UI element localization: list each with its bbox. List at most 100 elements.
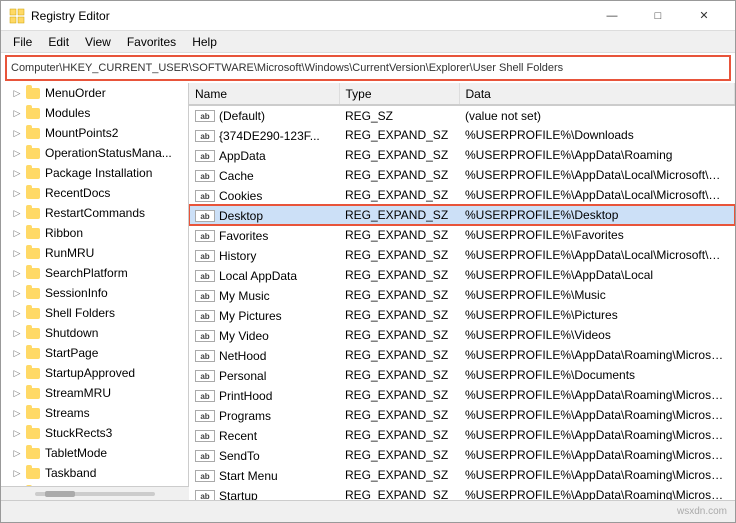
tree-item[interactable]: ▷StartPage: [1, 343, 188, 363]
tree-item[interactable]: ▷StuckRects3: [1, 423, 188, 443]
tree-hscroll[interactable]: [1, 486, 189, 500]
table-row[interactable]: abSendToREG_EXPAND_SZ%USERPROFILE%\AppDa…: [189, 445, 735, 465]
folder-icon: [25, 405, 41, 421]
registry-type-cell: REG_EXPAND_SZ: [339, 245, 459, 265]
tree-item-label: MountPoints2: [45, 126, 118, 140]
tree-item[interactable]: ▷Package Installation: [1, 163, 188, 183]
folder-icon: [25, 125, 41, 141]
registry-data-cell: %USERPROFILE%\Pictures: [459, 305, 735, 325]
tree-item[interactable]: ▷Shutdown: [1, 323, 188, 343]
tree-item[interactable]: ▷TabletMode: [1, 443, 188, 463]
registry-type-cell: REG_EXPAND_SZ: [339, 365, 459, 385]
tree-expander-icon: ▷: [9, 205, 25, 221]
address-bar[interactable]: Computer\HKEY_CURRENT_USER\SOFTWARE\Micr…: [5, 55, 731, 81]
tree-item[interactable]: ▷StartupApproved: [1, 363, 188, 383]
tree-expander-icon: ▷: [9, 305, 25, 321]
registry-name-cell: abFavorites: [189, 225, 339, 245]
folder-icon: [25, 325, 41, 341]
table-row[interactable]: abLocal AppDataREG_EXPAND_SZ%USERPROFILE…: [189, 265, 735, 285]
tree-item-label: SessionInfo: [45, 286, 108, 300]
table-row[interactable]: abMy MusicREG_EXPAND_SZ%USERPROFILE%\Mus…: [189, 285, 735, 305]
table-row[interactable]: ab(Default)REG_SZ(value not set): [189, 105, 735, 125]
table-row[interactable]: abHistoryREG_EXPAND_SZ%USERPROFILE%\AppD…: [189, 245, 735, 265]
registry-data-cell: %USERPROFILE%\AppData\Roaming\Microsoft\…: [459, 345, 735, 365]
tree-item[interactable]: ▷StreamMRU: [1, 383, 188, 403]
table-row[interactable]: abFavoritesREG_EXPAND_SZ%USERPROFILE%\Fa…: [189, 225, 735, 245]
tree-item[interactable]: ▷OperationStatusMana...: [1, 143, 188, 163]
tree-item[interactable]: ▷MountPoints2: [1, 123, 188, 143]
folder-icon: [25, 145, 41, 161]
tree-item[interactable]: ▷Shell Folders: [1, 303, 188, 323]
tree-item[interactable]: ▷SearchPlatform: [1, 263, 188, 283]
folder-icon: [25, 245, 41, 261]
col-data-header[interactable]: Data: [459, 83, 735, 105]
menu-file[interactable]: File: [5, 33, 40, 51]
tree-item[interactable]: ▷Streams: [1, 403, 188, 423]
table-row[interactable]: abCookiesREG_EXPAND_SZ%USERPROFILE%\AppD…: [189, 185, 735, 205]
tree-item-label: StartupApproved: [45, 366, 135, 380]
table-row[interactable]: abStart MenuREG_EXPAND_SZ%USERPROFILE%\A…: [189, 465, 735, 485]
folder-icon: [25, 205, 41, 221]
table-row[interactable]: ab{374DE290-123F...REG_EXPAND_SZ%USERPRO…: [189, 125, 735, 145]
tree-item[interactable]: ▷RestartCommands: [1, 203, 188, 223]
menu-edit[interactable]: Edit: [40, 33, 77, 51]
table-row[interactable]: abPrintHoodREG_EXPAND_SZ%USERPROFILE%\Ap…: [189, 385, 735, 405]
registry-name-text: Startup: [219, 489, 258, 501]
table-row[interactable]: abMy VideoREG_EXPAND_SZ%USERPROFILE%\Vid…: [189, 325, 735, 345]
registry-name-cell: abPrintHood: [189, 385, 339, 405]
tree-item[interactable]: ▷MenuOrder: [1, 83, 188, 103]
registry-name-text: History: [219, 249, 256, 263]
table-row[interactable]: abCacheREG_EXPAND_SZ%USERPROFILE%\AppDat…: [189, 165, 735, 185]
col-type-header[interactable]: Type: [339, 83, 459, 105]
folder-icon: [25, 365, 41, 381]
table-row[interactable]: abProgramsREG_EXPAND_SZ%USERPROFILE%\App…: [189, 405, 735, 425]
registry-name-cell: abPersonal: [189, 365, 339, 385]
col-name-header[interactable]: Name: [189, 83, 339, 105]
tree-panel: ▷MenuOrder▷Modules▷MountPoints2▷Operatio…: [1, 83, 189, 486]
menu-view[interactable]: View: [77, 33, 119, 51]
registry-name-cell: abNetHood: [189, 345, 339, 365]
tree-item-label: OperationStatusMana...: [45, 146, 172, 160]
tree-pane: ▷MenuOrder▷Modules▷MountPoints2▷Operatio…: [1, 83, 189, 500]
table-row[interactable]: abRecentREG_EXPAND_SZ%USERPROFILE%\AppDa…: [189, 425, 735, 445]
address-path: Computer\HKEY_CURRENT_USER\SOFTWARE\Micr…: [11, 62, 563, 74]
minimize-button[interactable]: —: [589, 1, 635, 31]
table-row[interactable]: abDesktopREG_EXPAND_SZ%USERPROFILE%\Desk…: [189, 205, 735, 225]
tree-item[interactable]: ▷Taskband: [1, 463, 188, 483]
menu-help[interactable]: Help: [184, 33, 225, 51]
registry-type-cell: REG_EXPAND_SZ: [339, 305, 459, 325]
registry-data-cell: %USERPROFILE%\Favorites: [459, 225, 735, 245]
tree-item[interactable]: ▷Ribbon: [1, 223, 188, 243]
tree-item[interactable]: ▷RecentDocs: [1, 183, 188, 203]
maximize-button[interactable]: □: [635, 1, 681, 31]
tree-expander-icon: ▷: [9, 385, 25, 401]
registry-type-cell: REG_EXPAND_SZ: [339, 445, 459, 465]
tree-item-label: Shutdown: [45, 326, 98, 340]
table-row[interactable]: abStartupREG_EXPAND_SZ%USERPROFILE%\AppD…: [189, 485, 735, 500]
tree-item-label: Streams: [45, 406, 90, 420]
registry-name-cell: abAppData: [189, 145, 339, 165]
tree-item[interactable]: ▷SessionInfo: [1, 283, 188, 303]
menu-favorites[interactable]: Favorites: [119, 33, 184, 51]
registry-data-cell: %USERPROFILE%\AppData\Local\Microsoft\Wi…: [459, 185, 735, 205]
registry-name-text: Desktop: [219, 209, 263, 223]
registry-data-cell: %USERPROFILE%\AppData\Roaming\Microsoft\…: [459, 405, 735, 425]
table-row[interactable]: abMy PicturesREG_EXPAND_SZ%USERPROFILE%\…: [189, 305, 735, 325]
table-row[interactable]: abNetHoodREG_EXPAND_SZ%USERPROFILE%\AppD…: [189, 345, 735, 365]
tree-item[interactable]: ▷RunMRU: [1, 243, 188, 263]
table-row[interactable]: abAppDataREG_EXPAND_SZ%USERPROFILE%\AppD…: [189, 145, 735, 165]
folder-icon: [25, 465, 41, 481]
tree-item-label: Package Installation: [45, 166, 152, 180]
registry-name-text: (Default): [219, 109, 265, 123]
table-row[interactable]: abPersonalREG_EXPAND_SZ%USERPROFILE%\Doc…: [189, 365, 735, 385]
right-pane: Name Type Data ab(Default)REG_SZ(value n…: [189, 83, 735, 500]
tree-item[interactable]: ▷Modules: [1, 103, 188, 123]
registry-data-cell: %USERPROFILE%\AppData\Roaming\Microsoft\…: [459, 445, 735, 465]
registry-name-cell: abRecent: [189, 425, 339, 445]
close-button[interactable]: ✕: [681, 1, 727, 31]
registry-name-cell: abSendTo: [189, 445, 339, 465]
folder-icon: [25, 185, 41, 201]
registry-name-cell: ab(Default): [189, 105, 339, 125]
tree-expander-icon: ▷: [9, 225, 25, 241]
window-title: Registry Editor: [31, 9, 589, 23]
